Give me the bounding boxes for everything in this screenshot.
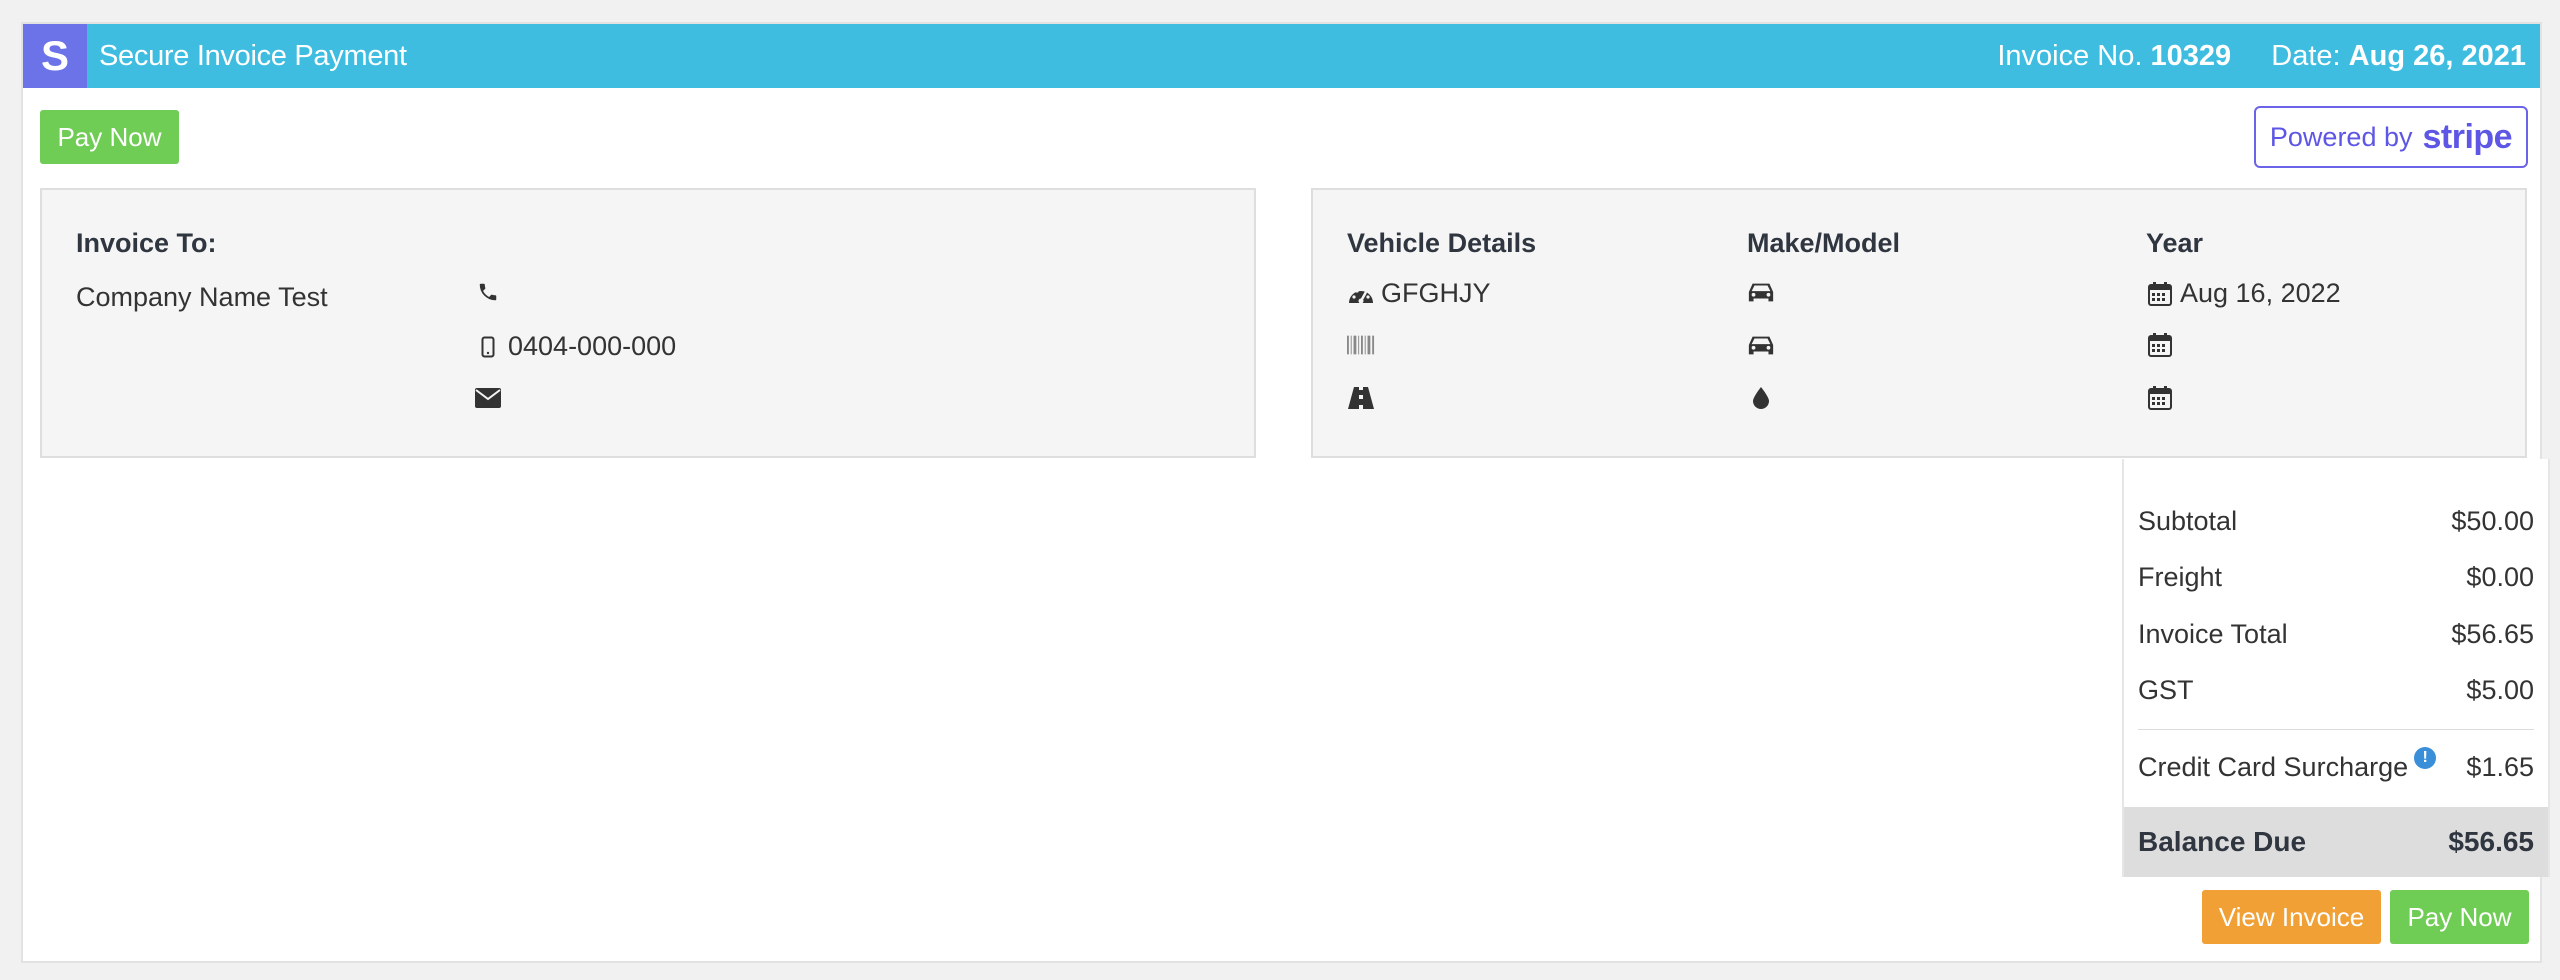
page-title: Secure Invoice Payment <box>99 40 407 72</box>
year-row-1: Aug 16, 2022 <box>2146 278 2341 309</box>
totals-divider <box>2138 729 2534 730</box>
powered-by-stripe-badge[interactable]: Powered by stripe <box>2254 106 2528 168</box>
droplet-icon <box>1747 384 1775 412</box>
surcharge-value: $1.65 <box>2466 751 2534 782</box>
subtotal-label: Subtotal <box>2138 505 2238 536</box>
car-icon <box>1747 278 1775 306</box>
vehicle-details-heading: Vehicle Details <box>1347 228 1537 258</box>
invoice-to-heading: Invoice To: <box>76 228 217 258</box>
stripe-wordmark: stripe <box>2422 117 2513 156</box>
surcharge-row: Credit Card Surcharge ! $1.65 <box>2138 747 2534 787</box>
gst-row: GST $5.00 <box>2138 670 2534 710</box>
year-heading: Year <box>2146 228 2204 258</box>
invoice-to-box: Invoice To: Company Name Test 0404-000-0… <box>40 188 1256 458</box>
subtotal-value: $50.00 <box>2451 505 2534 536</box>
freight-value: $0.00 <box>2466 561 2534 592</box>
stripe-logo: S <box>23 24 87 88</box>
calendar-icon <box>2146 331 2174 359</box>
rego-row: GFGHJY <box>1347 278 1491 309</box>
year-row-2 <box>2146 331 2180 359</box>
invoice-number: 10329 <box>2150 40 2232 72</box>
surcharge-label: Credit Card Surcharge <box>2138 751 2409 782</box>
header-bar: S Secure Invoice Payment Invoice No. 103… <box>23 24 2540 88</box>
company-name: Company Name Test <box>76 282 328 312</box>
email-row <box>474 384 508 412</box>
info-icon[interactable]: ! <box>2414 747 2437 769</box>
gst-label: GST <box>2138 674 2194 705</box>
invoice-total-row: Invoice Total $56.65 <box>2138 614 2534 654</box>
date-label: Date: <box>2271 40 2341 72</box>
calendar-icon <box>2146 280 2174 308</box>
barcode-icon <box>1347 331 1375 359</box>
balance-due-label: Balance Due <box>2138 826 2307 857</box>
freight-label: Freight <box>2138 561 2223 592</box>
mobile-row: 0404-000-000 <box>474 331 676 362</box>
vehicle-details-box: Vehicle Details Make/Model Year GFGHJY A… <box>1311 188 2527 458</box>
odometer-row <box>1347 384 1381 412</box>
mobile-icon <box>474 333 502 361</box>
make-model-heading: Make/Model <box>1747 228 1901 258</box>
mobile-value: 0404-000-000 <box>508 331 677 361</box>
view-invoice-button[interactable]: View Invoice <box>2202 890 2381 944</box>
invoice-date: Aug 26, 2021 <box>2348 40 2526 72</box>
dashboard-icon <box>1347 280 1375 308</box>
pay-now-button-top[interactable]: Pay Now <box>40 110 179 164</box>
envelope-icon <box>474 384 502 412</box>
invoice-number-label: Invoice No. <box>1997 40 2143 72</box>
balance-due-value: $56.65 <box>2448 826 2534 857</box>
invoice-total-value: $56.65 <box>2451 618 2534 649</box>
year-row-3 <box>2146 384 2180 412</box>
calendar-icon <box>2146 384 2174 412</box>
subtotal-row: Subtotal $50.00 <box>2138 501 2534 541</box>
model-row <box>1747 331 1781 359</box>
rego-value: GFGHJY <box>1381 278 1491 308</box>
fuel-row <box>1747 384 1781 412</box>
invoice-meta: Invoice No. 10329 Date: Aug 26, 2021 <box>1997 24 2526 88</box>
freight-row: Freight $0.00 <box>2138 557 2534 597</box>
invoice-panel: S Secure Invoice Payment Invoice No. 103… <box>21 22 2550 963</box>
balance-due-row: Balance Due $56.65 <box>2124 807 2548 877</box>
phone-row <box>474 278 508 306</box>
car-icon <box>1747 331 1775 359</box>
invoice-total-label: Invoice Total <box>2138 618 2288 649</box>
phone-icon <box>474 278 502 306</box>
pay-now-button-bottom[interactable]: Pay Now <box>2390 890 2529 944</box>
make-row <box>1747 278 1781 306</box>
totals-table: Subtotal $50.00 Freight $0.00 Invoice To… <box>2122 459 2550 877</box>
year-date-1: Aug 16, 2022 <box>2180 278 2341 308</box>
gst-value: $5.00 <box>2466 674 2534 705</box>
road-icon <box>1347 384 1375 412</box>
vin-row <box>1347 331 1381 359</box>
